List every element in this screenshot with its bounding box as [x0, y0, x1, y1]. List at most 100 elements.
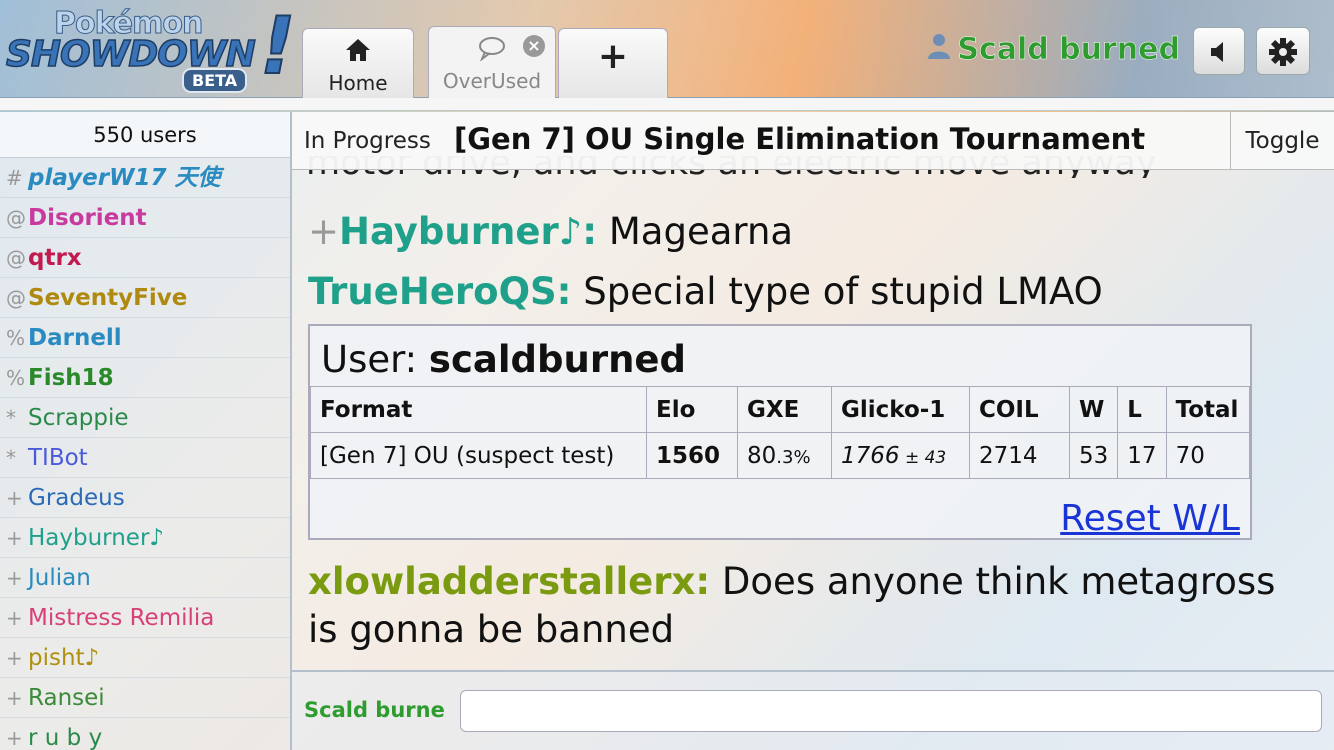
ranking-user-label: User:: [321, 338, 429, 381]
user-name: r u b y: [28, 725, 103, 750]
col-elo: Elo: [646, 386, 738, 433]
chat-author-group: +: [308, 210, 340, 253]
showdown-logo[interactable]: Pokémon SHOWDOWN ! BETA: [5, 4, 297, 93]
userlist-item[interactable]: + Julian: [0, 558, 290, 598]
user-name: TIBot: [28, 445, 88, 471]
col-l: L: [1117, 386, 1167, 433]
chat-text: Special type of stupid LMAO: [571, 270, 1103, 313]
userlist-item[interactable]: + Ransei: [0, 678, 290, 718]
tournament-title[interactable]: [Gen 7] OU Single Elimination Tournament: [454, 122, 1145, 156]
user-rank-symbol: @: [6, 246, 26, 270]
cell-format: [Gen 7] OU (suspect test): [310, 432, 647, 479]
col-coil: COIL: [969, 386, 1070, 433]
userlist-item[interactable]: @SeventyFive: [0, 278, 290, 318]
userlist-item[interactable]: # playerW17 天使: [0, 158, 290, 198]
header-bar: Pokémon SHOWDOWN ! BETA Home OverUsed × …: [0, 0, 1334, 98]
userlist-item[interactable]: @Disorient: [0, 198, 290, 238]
user-name: SeventyFive: [28, 285, 188, 311]
col-glicko: Glicko-1: [831, 386, 970, 433]
ranking-header-row: Format Elo GXE Glicko-1 COIL W L Total: [310, 386, 1251, 433]
cell-l: 17: [1117, 432, 1167, 479]
user-rank-symbol: *: [6, 446, 16, 470]
cell-elo: 1560: [646, 432, 738, 479]
tournament-toggle-button[interactable]: Toggle: [1230, 112, 1334, 170]
tab-overused-label: OverUsed: [442, 69, 542, 93]
chat-author[interactable]: Hayburner♪:: [339, 210, 597, 253]
chat-message: +Hayburner♪: Magearna: [308, 210, 793, 253]
user-rank-symbol: +: [6, 526, 23, 550]
userlist-item[interactable]: + Gradeus: [0, 478, 290, 518]
user-rank-symbol: +: [6, 486, 23, 510]
tournament-bar: In Progress [Gen 7] OU Single Eliminatio…: [292, 112, 1334, 170]
col-format: Format: [310, 386, 647, 433]
chat-input[interactable]: [460, 690, 1322, 732]
chat-author[interactable]: xlowladderstallerx:: [308, 560, 710, 603]
user-name: Scrappie: [28, 405, 129, 431]
cell-w: 53: [1068, 432, 1119, 479]
chat-text-continued: is gonna be banned: [308, 608, 675, 651]
userlist-item[interactable]: + r u b y: [0, 718, 290, 750]
userlist-item[interactable]: + pisht♪: [0, 638, 290, 678]
col-gxe: GXE: [737, 386, 832, 433]
chat-author[interactable]: TrueHeroQS:: [308, 270, 571, 313]
chat-message: xlowladderstallerx: Does anyone think me…: [308, 558, 1275, 654]
user-name: Mistress Remilia: [28, 605, 215, 631]
username-label: Scald burned: [957, 32, 1180, 68]
user-rank-symbol: +: [6, 686, 23, 710]
user-name: playerW17 天使: [28, 165, 221, 191]
user-icon: [927, 33, 951, 66]
gxe-small: .3%: [776, 446, 811, 468]
userlist-item[interactable]: % Darnell: [0, 318, 290, 358]
user-rank-symbol: %: [6, 326, 26, 350]
tab-home-label: Home: [328, 71, 388, 95]
new-tab-button[interactable]: +: [558, 28, 668, 98]
userlist-item[interactable]: * Scrappie: [0, 398, 290, 438]
cell-coil: 2714: [969, 432, 1070, 479]
sound-button[interactable]: [1193, 27, 1245, 75]
user-name: pisht♪: [28, 645, 100, 671]
cell-glicko: 1766 ± 43: [831, 432, 970, 479]
ranking-user-name: scaldburned: [428, 338, 687, 381]
ranking-user-heading: User: scaldburned: [321, 338, 686, 381]
cell-gxe: 80.3%: [737, 432, 832, 479]
col-w: W: [1068, 386, 1119, 433]
glicko-deviation: ± 43: [899, 447, 947, 468]
user-rank-symbol: #: [6, 166, 23, 190]
user-menu[interactable]: Scald burned: [927, 32, 1180, 67]
chat-message: TrueHeroQS: Special type of stupid LMAO: [308, 270, 1103, 313]
user-rank-symbol: +: [6, 566, 23, 590]
userlist-item[interactable]: + Mistress Remilia: [0, 598, 290, 638]
userlist-item[interactable]: * TIBot: [0, 438, 290, 478]
chat-room: motor drive, and clicks an electric move…: [292, 112, 1334, 670]
chat-text: Magearna: [597, 210, 794, 253]
user-rank-symbol: +: [6, 726, 23, 750]
user-name: Gradeus: [28, 485, 125, 511]
user-rank-symbol: @: [6, 286, 26, 310]
userlist-item[interactable]: % Fish18: [0, 358, 290, 398]
col-total: Total: [1165, 386, 1251, 433]
ranking-row: [Gen 7] OU (suspect test) 1560 80.3% 176…: [310, 432, 1251, 479]
home-icon: [303, 37, 413, 69]
user-name: Julian: [28, 565, 91, 591]
header-divider: [0, 98, 1334, 111]
user-count: 550 users: [0, 112, 290, 158]
tab-overused[interactable]: OverUsed ×: [428, 26, 556, 98]
user-rank-symbol: +: [6, 646, 23, 670]
close-tab-icon[interactable]: ×: [523, 35, 545, 57]
glicko-value: 1766: [841, 442, 900, 469]
userlist-item[interactable]: @qtrx: [0, 238, 290, 278]
reset-wl-link[interactable]: Reset W/L: [1060, 498, 1240, 539]
plus-icon: +: [597, 36, 629, 77]
cell-total: 70: [1165, 432, 1251, 479]
settings-button[interactable]: [1256, 27, 1310, 75]
user-name: Fish18: [28, 365, 114, 391]
user-rank-symbol: *: [6, 406, 16, 430]
logo-beta-badge: BETA: [182, 68, 248, 93]
user-name: Darnell: [28, 325, 122, 351]
user-name: Hayburner♪: [28, 525, 165, 551]
user-rank-symbol: @: [6, 206, 26, 230]
userlist-item[interactable]: + Hayburner♪: [0, 518, 290, 558]
tab-home[interactable]: Home: [302, 28, 414, 98]
user-rank-symbol: %: [6, 366, 26, 390]
chat-text: Does anyone think metagross: [710, 560, 1276, 603]
